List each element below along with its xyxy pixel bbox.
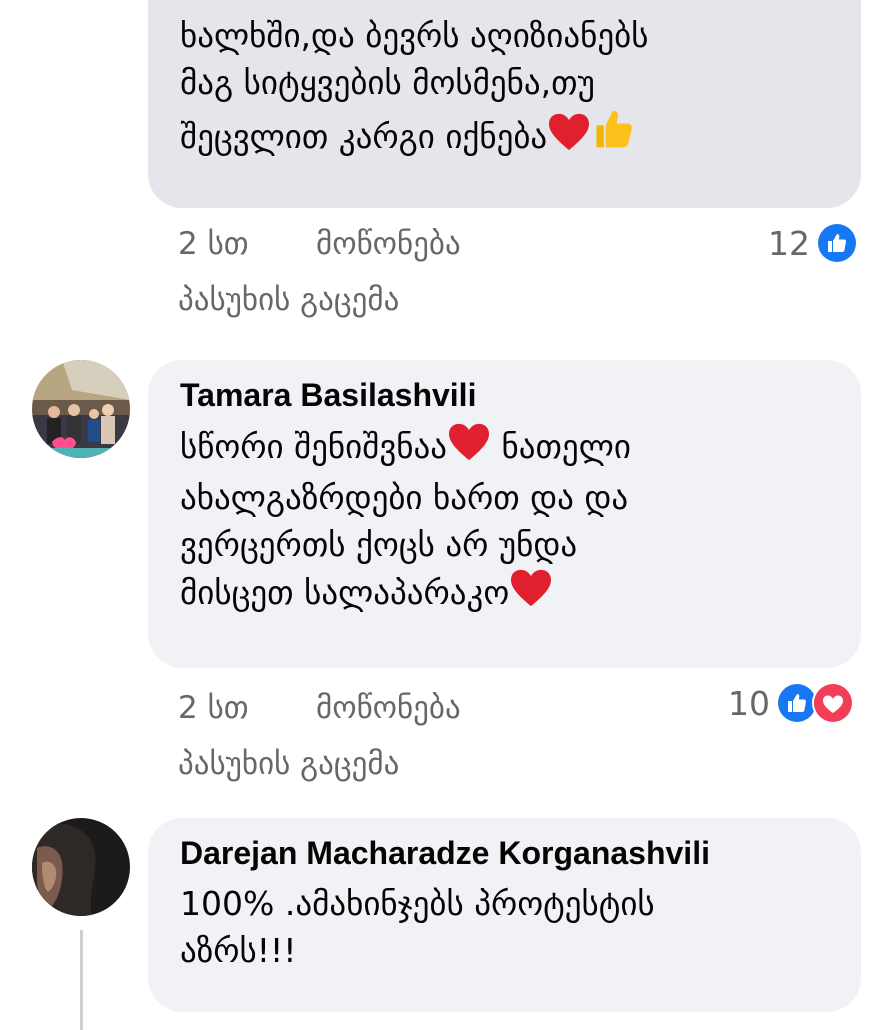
thumbs-up-emoji-icon (591, 106, 635, 164)
comment-timestamp[interactable]: 2 სთ (178, 226, 249, 262)
reply-link[interactable]: პასუხის გაცემა (178, 282, 399, 318)
avatar[interactable] (32, 818, 130, 916)
comment-text: ხალხში,და ბევრს აღიზიანებს მაგ სიტყვების… (180, 12, 831, 164)
comment-text: 100% .ამახინჯებს პროტესტის აზრს!!! (180, 884, 655, 970)
like-link[interactable]: მოწონება (316, 226, 461, 262)
like-link[interactable]: მოწონება (316, 690, 461, 726)
comment-author[interactable]: Tamara Basilashvili (180, 374, 831, 416)
heart-emoji-icon (509, 568, 553, 620)
comment-author[interactable]: Darejan Macharadze Korganashvili (180, 832, 831, 874)
comment-bubble-3: Darejan Macharadze Korganashvili 100% .ა… (148, 818, 861, 1012)
avatar[interactable] (32, 360, 130, 458)
comment-bubble-1: ხალხში,და ბევრს აღიზიანებს მაგ სიტყვების… (148, 0, 861, 208)
heart-emoji-icon (447, 422, 491, 474)
comment-timestamp[interactable]: 2 სთ (178, 690, 249, 726)
comment-text: სწორი შენიშვნაა ნათელი ახალგაზრდები ხართ… (180, 422, 831, 620)
thread-line (80, 930, 83, 1030)
reply-link[interactable]: პასუხის გაცემა (178, 746, 399, 782)
love-icon (812, 682, 854, 724)
heart-emoji-icon (547, 112, 591, 164)
reaction-count: 12 (768, 223, 810, 263)
like-icon (816, 222, 858, 264)
reaction-summary-1[interactable]: 12 (768, 222, 858, 264)
reaction-summary-2[interactable]: 10 (728, 682, 854, 724)
reaction-count: 10 (728, 683, 770, 723)
comment-bubble-2: Tamara Basilashvili სწორი შენიშვნაა ნათე… (148, 360, 861, 668)
